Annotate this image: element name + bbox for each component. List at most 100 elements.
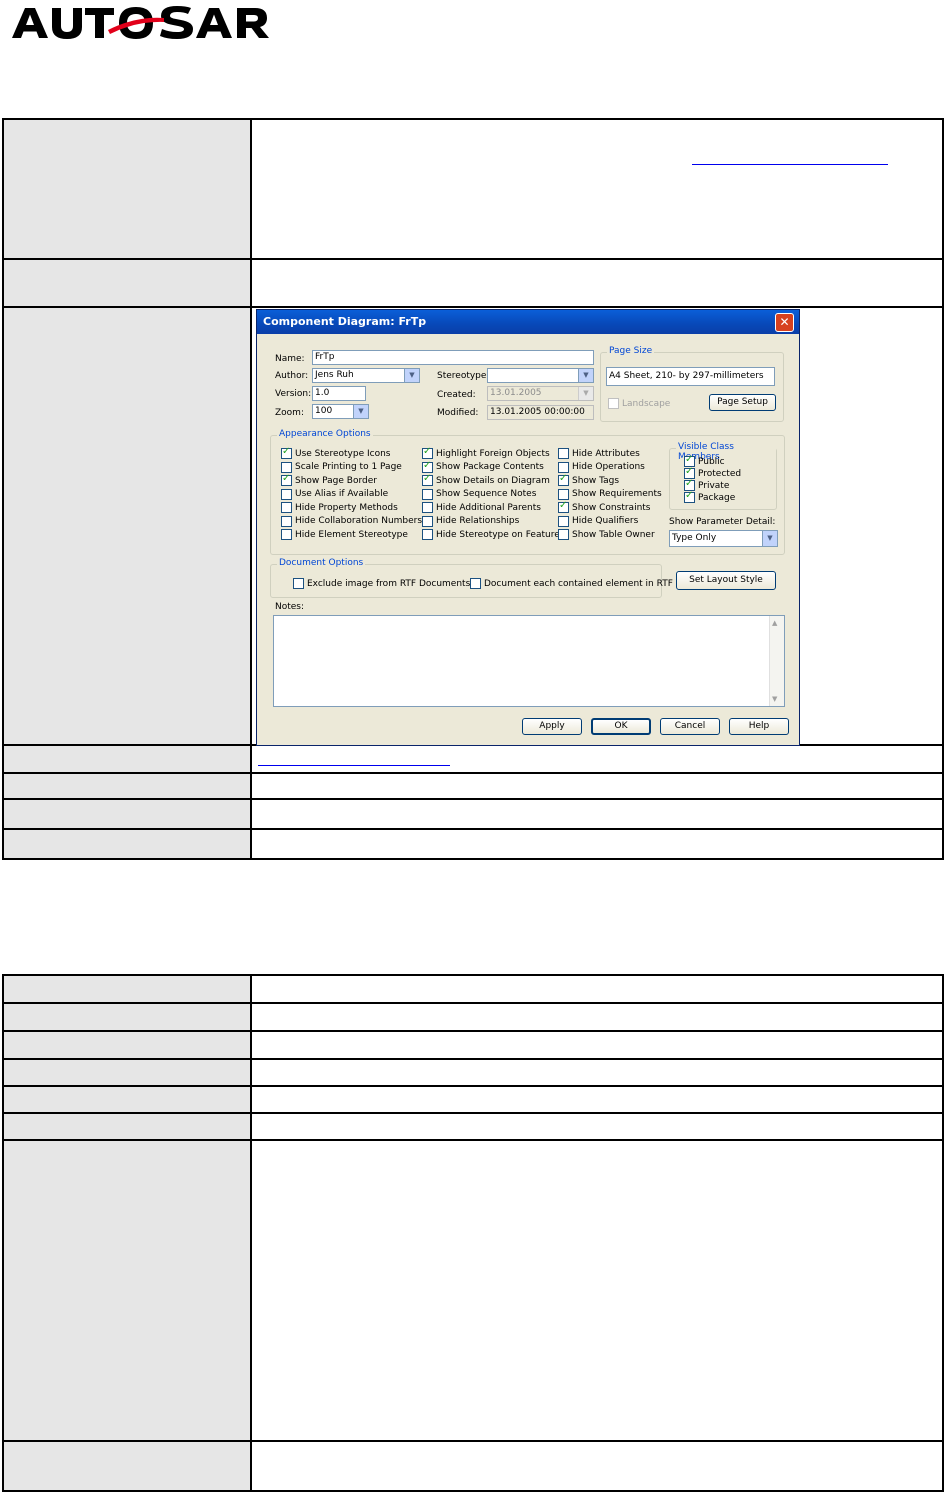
- document-options-group: Document Options Exclude image from RTF …: [270, 558, 673, 598]
- landscape-checkbox[interactable]: Landscape: [608, 398, 670, 409]
- set-layout-style-button[interactable]: Set Layout Style: [676, 571, 776, 590]
- checkbox-show-details-on-diagram[interactable]: Show Details on Diagram: [422, 473, 550, 486]
- table1-row1-value: [250, 118, 944, 260]
- autosar-logo: [12, 6, 269, 39]
- checkbox-hide-attributes[interactable]: Hide Attributes: [558, 448, 640, 459]
- apply-button[interactable]: Apply: [522, 718, 582, 735]
- checkbox-hide-property-methods[interactable]: Hide Property Methods: [281, 502, 398, 513]
- table2-row8-label: [2, 1440, 252, 1492]
- checkbox-icon: [281, 502, 292, 513]
- author-select[interactable]: Jens Ruh ▼: [312, 368, 420, 383]
- table1-row5-label: [2, 772, 252, 800]
- checkbox-icon: [422, 488, 433, 500]
- chevron-down-icon[interactable]: ▼: [578, 369, 593, 382]
- page-setup-button[interactable]: Page Setup: [709, 394, 776, 411]
- checkbox-show-package-contents[interactable]: Show Package Contents: [422, 460, 544, 473]
- checkbox-icon: [558, 529, 569, 540]
- checkbox-icon: [558, 461, 569, 473]
- table2-row2-label: [2, 1002, 252, 1032]
- table2-row7-value: [250, 1139, 944, 1442]
- table2-row2-value: [250, 1002, 944, 1032]
- checkbox-icon: [281, 529, 292, 540]
- dialog-title: Component Diagram: FrTp: [263, 315, 427, 328]
- checkbox-show-table-owner[interactable]: Show Table Owner: [558, 529, 655, 540]
- scroll-up-icon[interactable]: ▲: [772, 619, 777, 627]
- landscape-label: Landscape: [622, 398, 671, 409]
- checkbox-use-alias-if-available[interactable]: Use Alias if Available: [281, 488, 388, 500]
- table2-row6-value: [250, 1112, 944, 1141]
- notes-label: Notes:: [275, 602, 305, 612]
- version-label: Version:: [275, 389, 312, 399]
- checkbox-icon: [470, 578, 481, 589]
- notes-textarea[interactable]: ▲ ▼: [273, 615, 785, 707]
- checkbox-show-requirements[interactable]: Show Requirements: [558, 488, 662, 500]
- name-field[interactable]: FrTp: [312, 350, 594, 365]
- created-label: Created:: [437, 390, 476, 400]
- exclude-image-checkbox[interactable]: Exclude image from RTF Documents: [293, 578, 470, 589]
- table1-row6-label: [2, 798, 252, 830]
- checkbox-label: Package: [698, 492, 736, 503]
- checkbox-scale-printing-to-1-page[interactable]: Scale Printing to 1 Page: [281, 461, 402, 473]
- checkbox-hide-qualifiers[interactable]: Hide Qualifiers: [558, 515, 638, 527]
- table1-row7-value: [250, 828, 944, 860]
- checkbox-hide-element-stereotype[interactable]: Hide Element Stereotype: [281, 529, 408, 540]
- checkbox-hide-collaboration-numbers[interactable]: Hide Collaboration Numbers: [281, 515, 423, 527]
- table1-row4-value: [250, 744, 944, 774]
- cancel-button[interactable]: Cancel: [660, 718, 720, 735]
- scroll-down-icon[interactable]: ▼: [772, 695, 777, 703]
- page-size-field[interactable]: A4 Sheet, 210- by 297-millimeters: [606, 367, 775, 386]
- author-label: Author:: [275, 371, 309, 381]
- checkbox-icon: [608, 398, 619, 409]
- checkbox-label: Show Requirements: [572, 489, 662, 499]
- checkbox-label: Show Page Border: [295, 475, 377, 486]
- close-icon[interactable]: ✕: [775, 313, 794, 332]
- ok-button[interactable]: OK: [591, 718, 651, 735]
- checkbox-show-constraints[interactable]: Show Constraints: [558, 500, 651, 513]
- checkbox-label: Show Tags: [572, 475, 620, 486]
- table2-row5-value: [250, 1085, 944, 1114]
- document-each-checkbox[interactable]: Document each contained element in RTF: [470, 578, 673, 589]
- checkbox-show-page-border[interactable]: Show Page Border: [281, 473, 377, 486]
- checkbox-hide-additional-parents[interactable]: Hide Additional Parents: [422, 502, 541, 513]
- checkbox-label: Show Constraints: [572, 502, 651, 513]
- checkbox-icon: [281, 515, 292, 527]
- param-detail-value: Type Only: [672, 533, 717, 543]
- zoom-select[interactable]: 100 ▼: [312, 404, 369, 419]
- table2-row6-label: [2, 1112, 252, 1141]
- checkbox-show-tags[interactable]: Show Tags: [558, 473, 620, 486]
- checkbox-hide-stereotype-on-features[interactable]: Hide Stereotype on Features: [422, 529, 564, 540]
- checkbox-label: Private: [698, 480, 730, 491]
- table1-row4-label: [2, 744, 252, 774]
- chevron-down-icon[interactable]: ▼: [353, 405, 368, 418]
- param-detail-select[interactable]: Type Only ▼: [669, 530, 778, 547]
- checkbox-use-stereotype-icons[interactable]: Use Stereotype Icons: [281, 446, 390, 459]
- page-size-title: Page Size: [607, 346, 655, 356]
- table1-row1-link-underline[interactable]: [692, 164, 888, 165]
- stereotype-select[interactable]: ▼: [487, 368, 594, 383]
- notes-scrollbar[interactable]: ▲ ▼: [769, 616, 784, 706]
- appearance-options-group: Appearance Options Use Stereotype Icons S…: [270, 429, 785, 555]
- table2-row1-label: [2, 974, 252, 1004]
- help-button[interactable]: Help: [729, 718, 789, 735]
- checkbox-highlight-foreign-objects[interactable]: Highlight Foreign Objects: [422, 446, 550, 459]
- checkbox-show-sequence-notes[interactable]: Show Sequence Notes: [422, 488, 536, 500]
- zoom-label: Zoom:: [275, 408, 304, 418]
- table2-row3-value: [250, 1030, 944, 1060]
- dialog-titlebar[interactable]: Component Diagram: FrTp ✕: [257, 310, 799, 334]
- checkbox-package[interactable]: Package: [684, 490, 736, 503]
- table1-row4-link-underline[interactable]: [258, 765, 450, 766]
- chevron-down-icon[interactable]: ▼: [404, 369, 419, 382]
- exclude-image-label: Exclude image from RTF Documents: [307, 578, 471, 589]
- table2-row4-value: [250, 1058, 944, 1087]
- chevron-down-icon[interactable]: ▼: [762, 531, 777, 546]
- author-value: Jens Ruh: [315, 370, 354, 380]
- document-options-title: Document Options: [277, 558, 366, 568]
- table1-row1-label: [2, 118, 252, 260]
- checkbox-hide-operations[interactable]: Hide Operations: [558, 461, 645, 473]
- version-field[interactable]: 1.0: [312, 386, 366, 401]
- checkbox-hide-relationships[interactable]: Hide Relationships: [422, 515, 519, 527]
- created-value: 13.01.2005: [490, 388, 542, 398]
- checkbox-label: Hide Collaboration Numbers: [295, 516, 423, 526]
- table2-row3-label: [2, 1030, 252, 1060]
- modified-field: 13.01.2005 00:00:00: [487, 405, 594, 420]
